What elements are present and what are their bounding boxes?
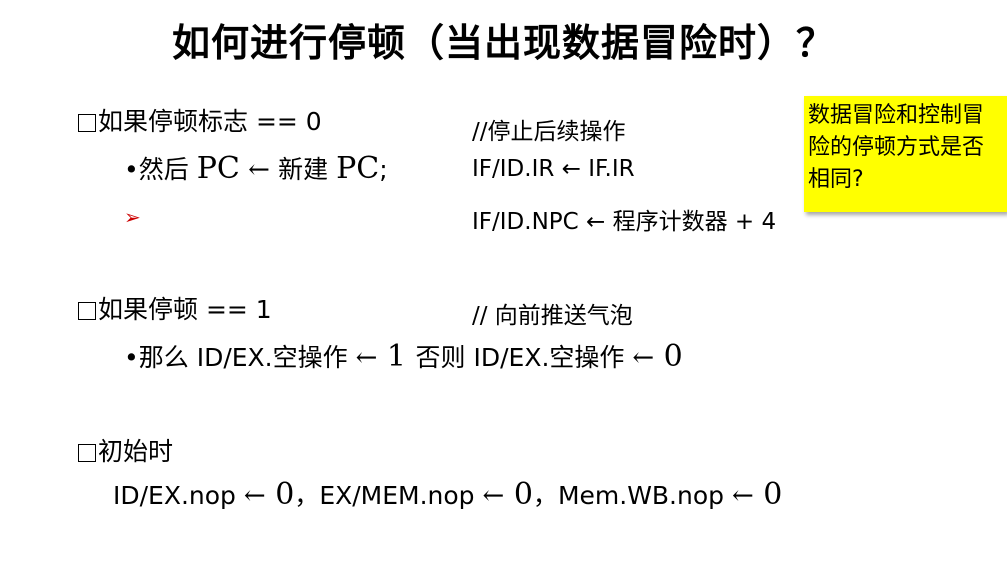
- sticky-note: 数据冒险和控制冒险的停顿方式是否相同?: [804, 96, 1007, 212]
- comma-separator: ，: [532, 481, 558, 510]
- slide-title: 如何进行停顿（当出现数据冒险时）？: [171, 21, 835, 65]
- line3-a: ID/EX.nop: [113, 481, 244, 510]
- value-zero: 0: [265, 477, 295, 512]
- assign-arrow: ←: [731, 481, 754, 511]
- checkbox-square-icon: [78, 302, 96, 320]
- bullet-dot: •: [124, 155, 139, 184]
- section3-heading: 初始时: [98, 437, 174, 466]
- assign-arrow: ←: [239, 155, 279, 185]
- sticky-note-text: 数据冒险和控制冒险的停顿方式是否相同?: [808, 103, 985, 192]
- section2-comment: // 向前推送气泡: [472, 303, 633, 329]
- value-zero: 0: [654, 339, 683, 374]
- section1-comment: //停止后续操作: [472, 119, 626, 145]
- section3-heading-row: 初始时: [78, 432, 173, 468]
- line1-pre: 然后: [138, 155, 197, 184]
- section1-heading: 如果停顿标志 == 0: [98, 107, 322, 136]
- line3-c: Mem.WB.nop: [557, 481, 732, 510]
- section1-line1: •然后 PC ← 新建 PC;: [124, 150, 388, 186]
- value-zero: 0: [753, 477, 783, 512]
- value-one: 1: [377, 339, 416, 374]
- pc-symbol: PC: [196, 151, 240, 186]
- section1-heading-row: 如果停顿标志 == 0: [78, 102, 322, 138]
- assign-arrow: ←: [355, 343, 378, 373]
- line1-post: ;: [379, 155, 388, 184]
- line2-a: 那么 ID/EX.空操作: [138, 343, 356, 372]
- comma-separator: ，: [294, 481, 320, 510]
- value-zero: 0: [504, 477, 533, 512]
- section2-line: •那么 ID/EX.空操作 ← 1 否则 ID/EX.空操作 ← 0: [124, 338, 683, 374]
- section2-heading-row: 如果停顿 == 1: [78, 290, 272, 326]
- assign-arrow: ←: [243, 481, 266, 511]
- red-arrow-bullet-icon: ➢: [124, 205, 141, 229]
- checkbox-square-icon: [78, 444, 96, 462]
- line3-b: EX/MEM.nop: [319, 481, 483, 510]
- section1-code-npc: IF/ID.NPC ← 程序计数器 + 4: [472, 209, 777, 235]
- assign-arrow: ←: [482, 481, 505, 511]
- line1-mid: 新建: [278, 155, 337, 184]
- assign-arrow: ←: [632, 343, 655, 373]
- section3-line: ID/EX.nop ← 0，EX/MEM.nop ← 0，Mem.WB.nop …: [113, 476, 782, 512]
- section2-heading: 如果停顿 == 1: [98, 295, 272, 324]
- line2-b: 否则 ID/EX.空操作: [415, 343, 633, 372]
- section1-code-ir: IF/ID.IR ← IF.IR: [472, 156, 635, 182]
- pc-symbol: PC: [336, 151, 380, 186]
- bullet-dot: •: [124, 343, 139, 372]
- checkbox-square-icon: [78, 114, 96, 132]
